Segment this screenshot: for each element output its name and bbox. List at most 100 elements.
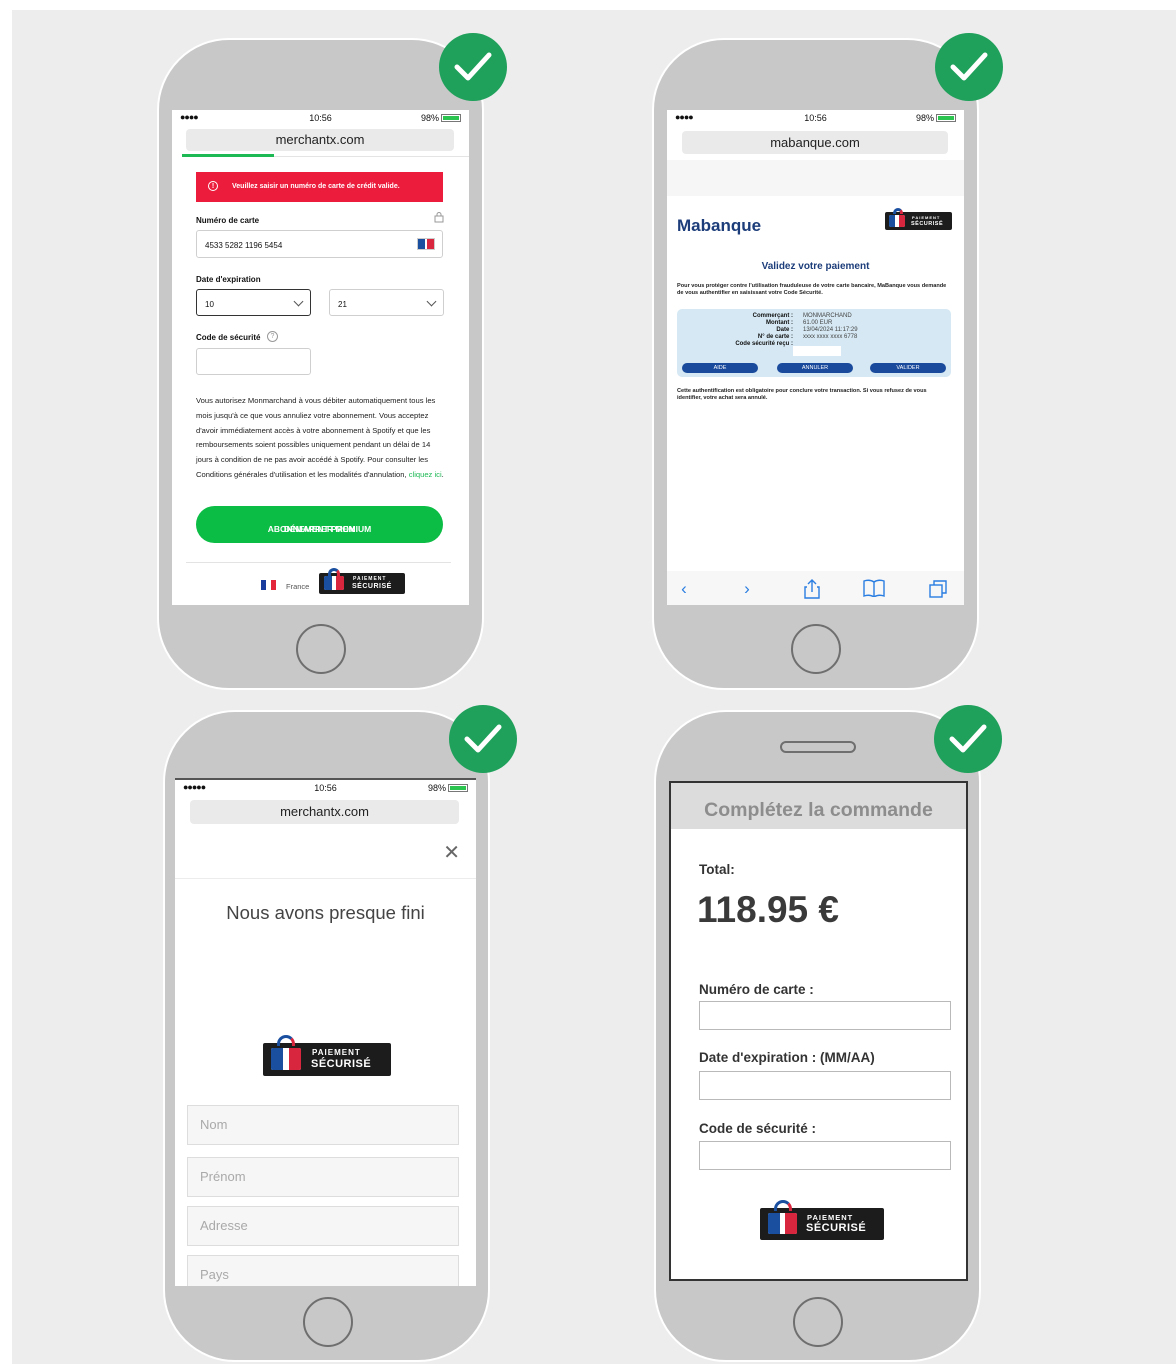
speaker-grille [780, 741, 856, 753]
tabs-icon[interactable] [927, 579, 949, 601]
home-button[interactable] [296, 624, 346, 674]
detail-value: xxxx xxxx xxxx 6778 [803, 334, 858, 340]
cta-line2: ABONNEMENT PREMIUM [267, 524, 372, 534]
cancel-button[interactable]: ANNULER [777, 363, 853, 373]
secure-payment-badge: PAIEMENT SÉCURISÉ [319, 568, 405, 594]
security-code-input[interactable] [196, 348, 311, 375]
card-number-label: Numéro de carte [196, 216, 260, 225]
alert-icon: ! [208, 181, 218, 191]
badge-line1: PAIEMENT [353, 576, 387, 582]
country-input[interactable]: Pays [187, 1255, 459, 1286]
battery-icon [448, 784, 468, 792]
expiry-label: Date d'expiration [196, 275, 261, 284]
intro-text: Pour vous protéger contre l'utilisation … [677, 283, 947, 296]
last-name-input[interactable]: Nom [187, 1105, 459, 1145]
terms-period: . [441, 469, 444, 479]
terms-text: Vous autorisez Monmarchand à vous débite… [196, 394, 446, 483]
secure-payment-badge: PAIEMENT SÉCURISÉ [760, 1200, 884, 1240]
page-title: Validez votre paiement [761, 261, 870, 272]
padlock-icon [328, 568, 340, 576]
address-url: mabanque.com [770, 135, 860, 150]
help-icon[interactable]: ? [267, 331, 278, 342]
padlock-icon [774, 1200, 792, 1211]
expiry-input[interactable] [699, 1071, 951, 1100]
detail-key: Code sécurité reçu : [735, 341, 793, 347]
phone-merchant-card-form: ●●●● 10:56 98% merchantx.com ! Veuillez … [157, 38, 484, 690]
placeholder: Adresse [200, 1218, 248, 1233]
card-number-input[interactable]: 4533 5282 1196 5454 [196, 230, 443, 258]
browser-toolbar: ‹ › [667, 571, 964, 605]
badge-line2: SÉCURISÉ [352, 583, 392, 590]
check-icon [935, 33, 1003, 101]
home-button[interactable] [793, 1297, 843, 1347]
status-bar: ●●●● 10:56 98% [172, 110, 469, 126]
security-code-input[interactable] [699, 1141, 951, 1170]
battery-icon [441, 114, 461, 122]
page-top-band [667, 160, 964, 196]
close-icon[interactable]: ✕ [443, 840, 460, 865]
padlock-icon [893, 208, 903, 214]
check-icon [439, 33, 507, 101]
address-url: merchantx.com [280, 804, 369, 819]
check-icon [449, 705, 517, 773]
footer-note: Cette authentification est obligatoire p… [677, 388, 927, 401]
page-title: Complétez la commande [671, 783, 966, 829]
card-number-value: 4533 5282 1196 5454 [205, 241, 283, 250]
detail-key: Montant : [766, 320, 793, 326]
detail-key: Commerçant : [752, 313, 793, 319]
security-code-label: Code de sécurité : [699, 1121, 817, 1136]
battery-percent: 98% [427, 783, 446, 793]
chevron-down-icon [293, 296, 304, 307]
placeholder: Pays [200, 1267, 229, 1282]
lock-icon [434, 210, 444, 228]
phone-merchant-address-form: ●●●●● 10:56 98% merchantx.com ✕ Nous avo… [163, 710, 490, 1362]
detail-value: 13/04/2024 11:17:29 [803, 327, 858, 333]
share-icon[interactable] [801, 579, 823, 601]
home-button[interactable] [791, 624, 841, 674]
detail-key: N° de carte : [757, 334, 793, 340]
card-number-input[interactable] [699, 1001, 951, 1030]
phone-screen: ●●●● 10:56 98% merchantx.com ! Veuillez … [172, 110, 469, 605]
validate-button[interactable]: VALIDER [870, 363, 946, 373]
secure-payment-badge: PAIEMENT SÉCURISÉ [885, 208, 952, 230]
home-button[interactable] [303, 1297, 353, 1347]
phone-screen: ●●●● 10:56 98% mabanque.com Mabanque PAI… [667, 110, 964, 605]
phone-screen: Complétez la commande Total: 118.95 € Nu… [669, 781, 968, 1281]
security-code-input[interactable] [793, 346, 841, 356]
first-name-input[interactable]: Prénom [187, 1157, 459, 1197]
address-bar[interactable]: mabanque.com [682, 131, 948, 154]
padlock-icon [277, 1035, 295, 1046]
expiry-month-select[interactable]: 10 [196, 289, 311, 316]
page-title: Nous avons presque fini [226, 902, 425, 923]
secure-payment-badge: PAIEMENT SÉCURISÉ [263, 1035, 391, 1076]
placeholder: Nom [200, 1117, 228, 1132]
terms-body: Vous autorisez Monmarchand à vous débite… [196, 396, 436, 479]
total-label: Total: [699, 862, 735, 877]
bookmarks-icon[interactable] [863, 579, 885, 601]
start-premium-button[interactable]: DÉMARRER MON ABONNEMENT PREMIUM [196, 506, 443, 543]
address-bar[interactable]: merchantx.com [186, 129, 454, 151]
check-icon [934, 705, 1002, 773]
phone-bank-authentication: ●●●● 10:56 98% mabanque.com Mabanque PAI… [652, 38, 979, 690]
cb-logo-icon [768, 1213, 797, 1234]
battery-percent: 98% [420, 113, 439, 123]
expiry-month-value: 10 [205, 300, 214, 309]
cb-logo-icon [271, 1048, 301, 1070]
expiry-year-select[interactable]: 21 [329, 289, 444, 316]
address-input[interactable]: Adresse [187, 1206, 459, 1246]
address-bar[interactable]: merchantx.com [190, 800, 459, 824]
forward-icon[interactable]: › [736, 579, 758, 601]
expiry-year-value: 21 [338, 300, 347, 309]
detail-value: 61.00 EUR [803, 320, 833, 326]
phone-screen: ●●●●● 10:56 98% merchantx.com ✕ Nous avo… [175, 778, 476, 1286]
terms-link[interactable]: cliquez ici [409, 470, 442, 479]
detail-value: MONMARCHAND [803, 313, 852, 319]
bank-logo: Mabanque [677, 216, 762, 235]
detail-key: Date : [776, 327, 793, 333]
cb-logo-icon [889, 215, 905, 227]
back-icon[interactable]: ‹ [673, 579, 695, 601]
badge-line1: PAIEMENT [912, 215, 941, 220]
status-bar: ●●●● 10:56 98% [667, 110, 964, 126]
badge-line2: SÉCURISÉ [806, 1222, 867, 1234]
help-button[interactable]: AIDE [682, 363, 758, 373]
